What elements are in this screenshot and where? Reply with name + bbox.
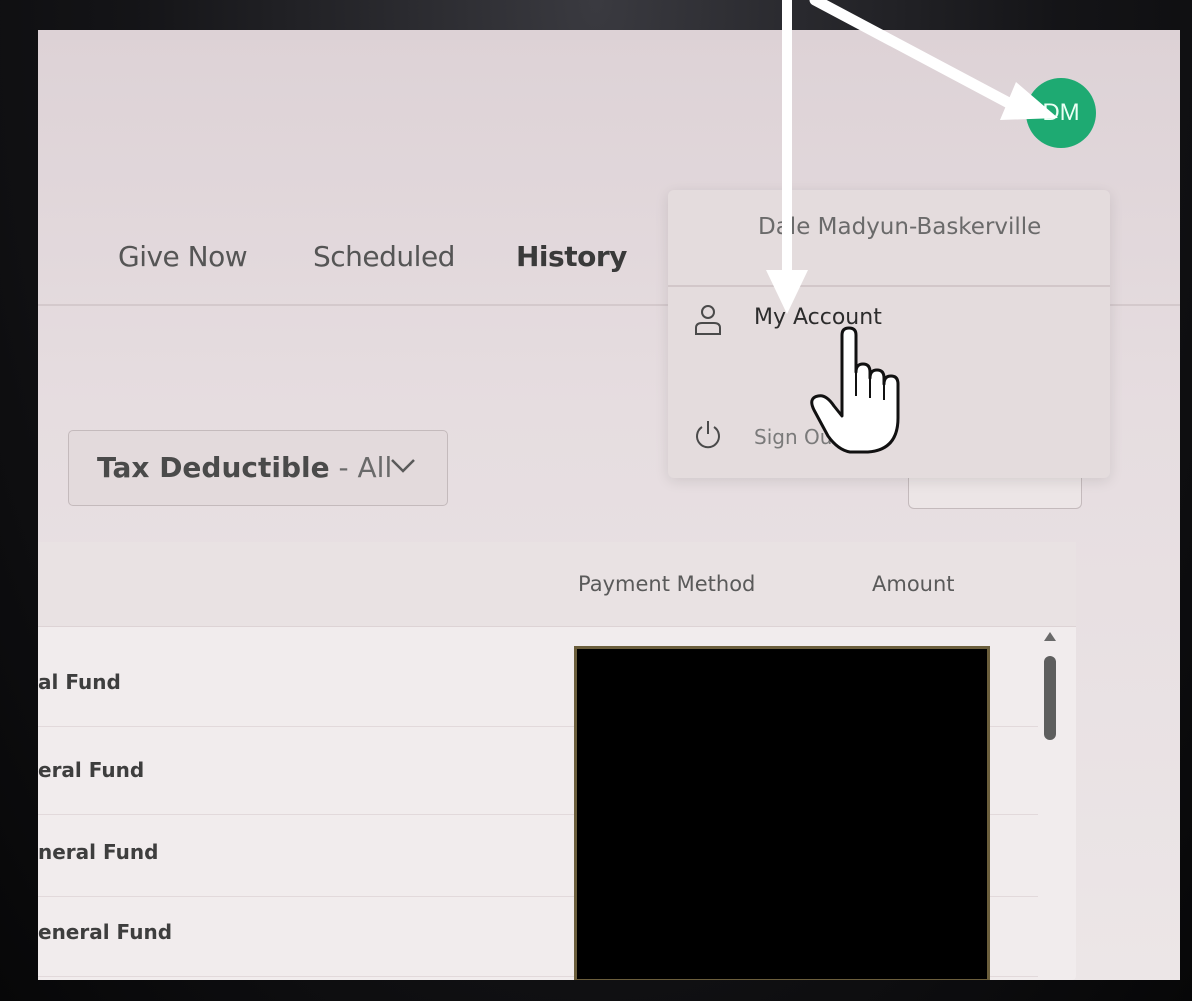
fund-name: al Fund xyxy=(38,670,121,694)
tab-give-now[interactable]: Give Now xyxy=(118,240,248,273)
menu-item-sign-out[interactable]: Sign Out xyxy=(668,405,1110,485)
tab-scheduled[interactable]: Scheduled xyxy=(313,240,455,273)
user-menu: Dale Madyun-Baskerville My Account Sign … xyxy=(668,190,1110,478)
menu-item-label: My Account xyxy=(754,305,882,330)
scroll-up-icon[interactable] xyxy=(1044,632,1056,641)
filter-label: Tax Deductible - All xyxy=(97,451,393,484)
fund-name: eneral Fund xyxy=(38,920,173,944)
filter-value: All xyxy=(357,451,393,484)
column-payment-method: Payment Method xyxy=(578,572,756,596)
table-header: Payment Method Amount xyxy=(38,542,1076,627)
fund-name: eral Fund xyxy=(38,758,145,782)
person-icon xyxy=(695,305,721,335)
scroll-thumb[interactable] xyxy=(1044,656,1056,740)
tax-deductible-filter[interactable]: Tax Deductible - All xyxy=(68,430,448,506)
redaction-box xyxy=(574,646,990,980)
menu-divider xyxy=(668,285,1110,287)
user-full-name: Dale Madyun-Baskerville xyxy=(758,214,1042,240)
menu-item-my-account[interactable]: My Account xyxy=(668,290,1110,370)
power-icon xyxy=(696,421,720,449)
screen: Give Now Scheduled History Tax Deductibl… xyxy=(38,30,1180,980)
tab-history[interactable]: History xyxy=(516,240,627,273)
column-amount: Amount xyxy=(872,572,955,596)
table-scrollbar[interactable] xyxy=(1038,626,1062,980)
menu-item-label: Sign Out xyxy=(754,425,841,449)
user-avatar[interactable]: DM xyxy=(1026,78,1096,148)
chevron-down-icon xyxy=(391,459,415,473)
fund-name: neral Fund xyxy=(38,840,159,864)
